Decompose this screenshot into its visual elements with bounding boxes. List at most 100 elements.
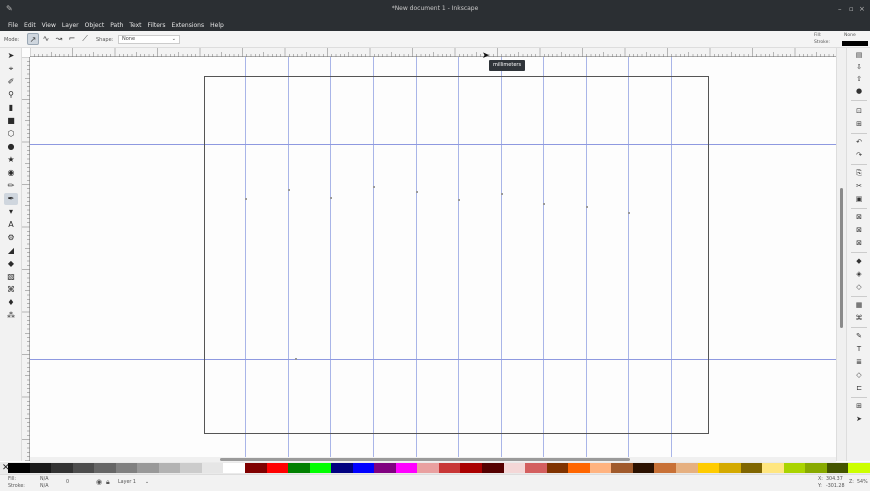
palette-swatch[interactable] xyxy=(309,463,332,473)
paste-icon[interactable]: ▣ xyxy=(852,194,866,205)
shape-dropdown[interactable]: None ⌄ xyxy=(118,35,180,44)
palette-swatch[interactable] xyxy=(137,463,159,473)
fill-stroke-dialog-icon[interactable]: ✎ xyxy=(852,331,866,342)
palette-swatch[interactable] xyxy=(266,463,289,473)
gradient-tool-icon[interactable]: ▧ xyxy=(4,271,18,283)
palette-swatch[interactable] xyxy=(546,463,569,473)
palette-swatch[interactable] xyxy=(762,463,784,473)
menu-extensions[interactable]: Extensions xyxy=(172,22,205,29)
tweak-tool-icon[interactable]: ✐ xyxy=(4,76,18,88)
layers-dialog-icon[interactable]: ≣ xyxy=(852,357,866,368)
measure-tool-icon[interactable]: ▮ xyxy=(4,102,18,114)
stroke-swatch[interactable] xyxy=(842,41,868,46)
palette-swatch[interactable] xyxy=(589,463,612,473)
palette-swatch[interactable] xyxy=(805,463,827,473)
menu-layer[interactable]: Layer xyxy=(62,22,79,29)
paraxial-mode-icon[interactable]: ⌐ xyxy=(66,33,78,45)
spray-tool-icon[interactable]: ⚙ xyxy=(4,232,18,244)
guide-anchor[interactable] xyxy=(501,193,503,195)
opacity-value[interactable]: 0 xyxy=(66,480,69,486)
copy-icon[interactable]: ⎘ xyxy=(852,168,866,179)
palette-swatch[interactable] xyxy=(223,463,246,473)
menu-path[interactable]: Path xyxy=(110,22,123,29)
palette-swatch[interactable] xyxy=(675,463,698,473)
print-icon[interactable]: ● xyxy=(852,86,866,97)
guide-anchor[interactable] xyxy=(373,186,375,188)
calligraphy-tool-icon[interactable]: ▾ xyxy=(4,206,18,218)
zoom-drawing-icon[interactable]: ⊠ xyxy=(852,225,866,236)
cut-icon[interactable]: ✂ xyxy=(852,181,866,192)
ellipse-tool-icon[interactable]: ● xyxy=(4,141,18,153)
palette-swatch[interactable] xyxy=(438,463,461,473)
import-icon[interactable]: ⊡ xyxy=(852,106,866,117)
menu-help[interactable]: Help xyxy=(210,22,224,29)
layer-visibility-icon[interactable]: ◉ xyxy=(96,479,102,486)
palette-swatch[interactable] xyxy=(374,463,396,473)
document-properties-icon[interactable]: ➤ xyxy=(852,414,866,425)
spiral-tool-icon[interactable]: ◉ xyxy=(4,167,18,179)
box3d-tool-icon[interactable]: ⬡ xyxy=(4,128,18,140)
layer-lock-icon[interactable]: 🔒︎ xyxy=(106,479,110,486)
palette-swatch[interactable] xyxy=(482,463,504,473)
undo-icon[interactable]: ↶ xyxy=(852,137,866,148)
guide-anchor[interactable] xyxy=(416,191,418,193)
save-icon[interactable]: ⇧ xyxy=(852,74,866,85)
menu-filters[interactable]: Filters xyxy=(148,22,166,29)
fill-stroke-indicator[interactable]: Fill: None Stroke: xyxy=(812,33,868,47)
palette-swatch[interactable] xyxy=(201,463,224,473)
palette-swatch[interactable] xyxy=(245,463,267,473)
palette-swatch[interactable] xyxy=(417,463,439,473)
palette-swatch[interactable] xyxy=(826,463,849,473)
text-tool-icon[interactable]: A xyxy=(4,219,18,231)
eraser-tool-icon[interactable]: ◢ xyxy=(4,245,18,257)
palette-swatch[interactable] xyxy=(331,463,353,473)
palette-swatch[interactable] xyxy=(568,463,590,473)
palette-swatch[interactable] xyxy=(115,463,138,473)
minimize-icon[interactable]: – xyxy=(838,5,842,13)
zoom-tool-icon[interactable]: ⚲ xyxy=(4,89,18,101)
menu-edit[interactable]: Edit xyxy=(24,22,36,29)
align-distribute-icon[interactable]: ⊏ xyxy=(852,383,866,394)
new-document-icon[interactable]: ▤ xyxy=(852,50,866,61)
palette-swatch[interactable] xyxy=(740,463,763,473)
vertical-ruler[interactable] xyxy=(22,56,30,461)
horizontal-ruler[interactable] xyxy=(29,48,836,57)
spiro-mode-icon[interactable]: ∿ xyxy=(40,33,52,45)
text-font-dialog-icon[interactable]: T xyxy=(852,344,866,355)
palette-swatch[interactable] xyxy=(697,463,720,473)
palette-swatch[interactable] xyxy=(503,463,526,473)
clone-icon[interactable]: ◈ xyxy=(852,269,866,280)
zoom-page-icon[interactable]: ⊠ xyxy=(852,238,866,249)
duplicate-icon[interactable]: ◆ xyxy=(852,256,866,267)
menu-object[interactable]: Object xyxy=(85,22,105,29)
ungroup-icon[interactable]: ⌘ xyxy=(852,313,866,324)
pen-tool-icon[interactable]: ✒ xyxy=(4,193,18,205)
palette-swatch[interactable] xyxy=(719,463,741,473)
rectangle-tool-icon[interactable]: ■ xyxy=(4,115,18,127)
unlink-clone-icon[interactable]: ◇ xyxy=(852,282,866,293)
menu-view[interactable]: View xyxy=(42,22,56,29)
vertical-scroll-thumb[interactable] xyxy=(840,188,843,328)
palette-swatch[interactable] xyxy=(180,463,202,473)
guide-anchor[interactable] xyxy=(330,197,332,199)
palette-swatch[interactable] xyxy=(158,463,181,473)
palette-swatch[interactable] xyxy=(783,463,806,473)
current-layer[interactable]: Layer 1 xyxy=(118,480,136,486)
guide-anchor[interactable] xyxy=(458,199,460,201)
zoom-value[interactable]: 54% xyxy=(857,480,868,486)
redo-icon[interactable]: ↷ xyxy=(852,150,866,161)
guide-anchor[interactable] xyxy=(245,198,247,200)
palette-swatch[interactable] xyxy=(395,463,418,473)
bucket-tool-icon[interactable]: ◆ xyxy=(4,258,18,270)
palette-swatch[interactable] xyxy=(72,463,95,473)
palette-swatch[interactable] xyxy=(632,463,655,473)
no-paint-icon[interactable]: ✕ xyxy=(2,463,10,473)
guide-anchor[interactable] xyxy=(628,212,630,214)
palette-swatch[interactable] xyxy=(29,463,52,473)
guide-anchor[interactable] xyxy=(543,203,545,205)
menu-text[interactable]: Text xyxy=(129,22,141,29)
close-icon[interactable]: × xyxy=(859,5,865,13)
palette-swatch[interactable] xyxy=(460,463,483,473)
layer-chevron-down-icon[interactable]: ⌄ xyxy=(145,480,149,486)
palette-swatch[interactable] xyxy=(51,463,73,473)
